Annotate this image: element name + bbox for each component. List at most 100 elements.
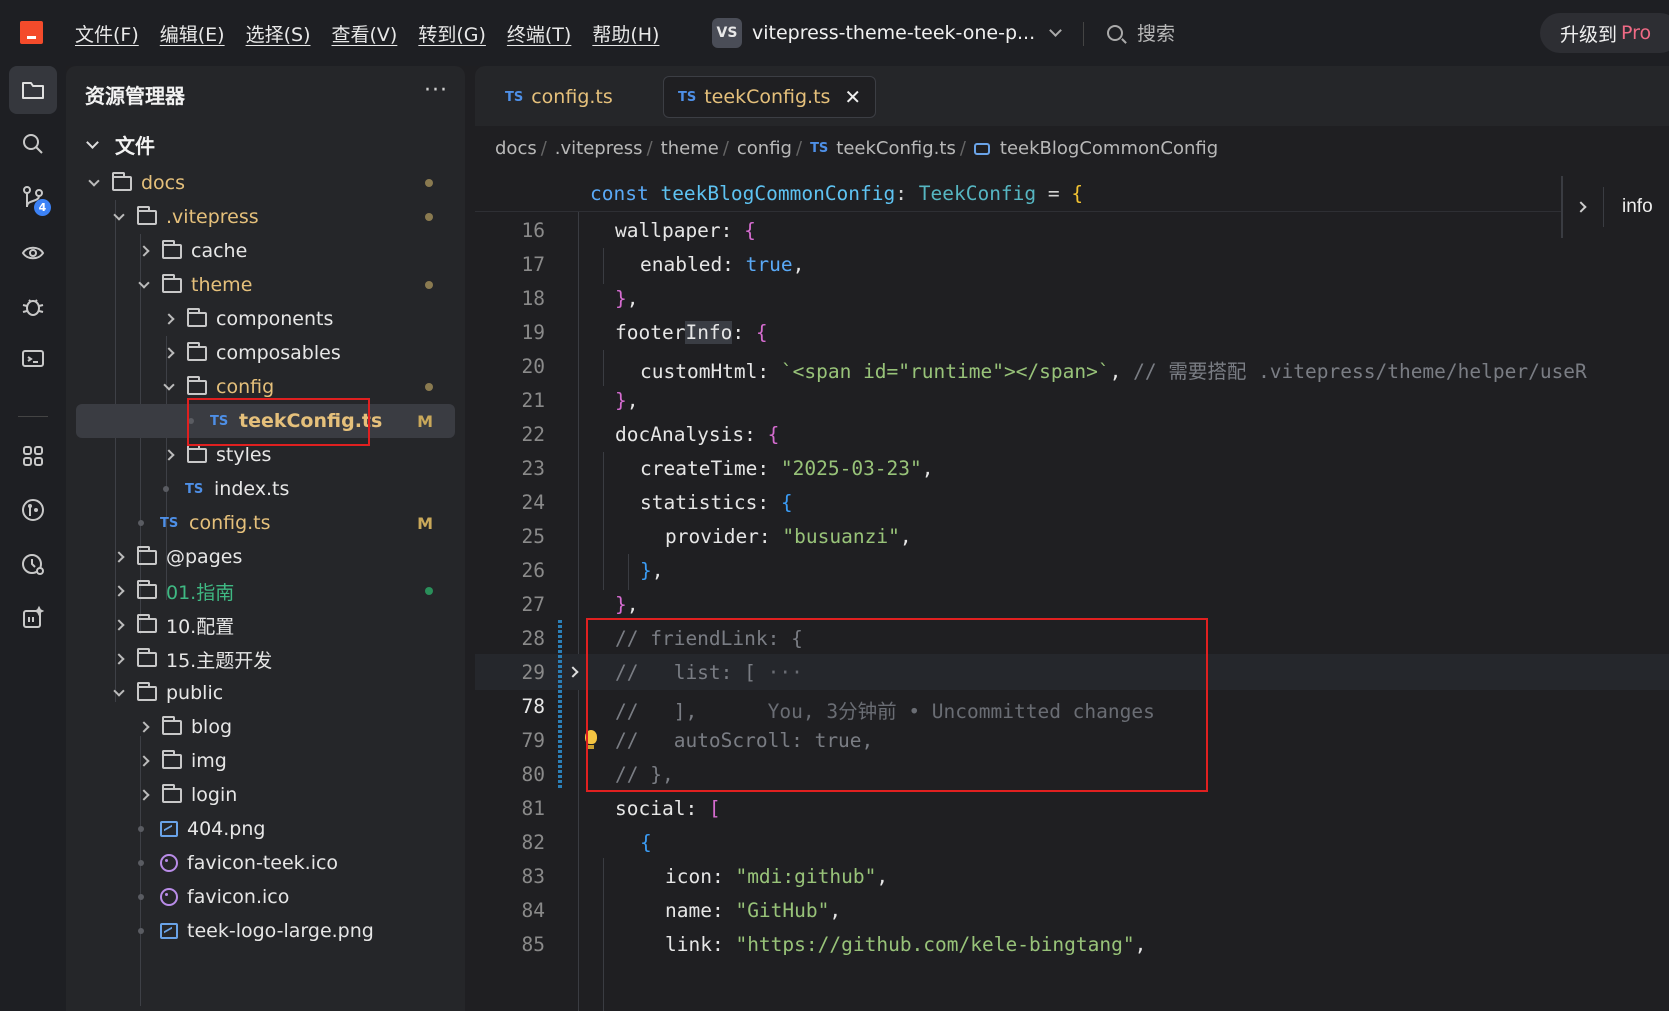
folder-open-icon — [137, 205, 157, 225]
folder-open-icon — [187, 375, 207, 395]
tree-item-public[interactable]: public — [76, 676, 455, 710]
tree-item-label: config — [216, 376, 275, 398]
upgrade-pro-button[interactable]: 升级到 Pro — [1540, 13, 1669, 53]
code-line[interactable]: 16 wallpaper: { — [475, 212, 1669, 248]
folder-open-icon — [162, 273, 182, 293]
chevron-right-icon — [113, 551, 125, 563]
code-line[interactable]: 82{ — [475, 824, 1669, 860]
remote-icon[interactable] — [9, 336, 57, 384]
file-dot — [138, 520, 144, 526]
activity-bar: 4 — [0, 66, 66, 1011]
code-line[interactable]: 25 provider: "busuanzi", — [475, 518, 1669, 554]
bug-icon[interactable] — [9, 282, 57, 330]
tree-item-index[interactable]: TS index.ts — [76, 472, 455, 506]
files-section-header[interactable]: 文件 — [86, 130, 155, 159]
info-panel[interactable]: info — [1561, 176, 1669, 238]
more-actions-icon[interactable]: ··· — [424, 78, 448, 103]
extensions-icon[interactable] — [9, 432, 57, 480]
git-modified-gutter[interactable] — [558, 620, 562, 790]
tree-item-theme-dev[interactable]: 15.主题开发 — [76, 642, 455, 676]
breadcrumb-item[interactable]: config — [737, 138, 792, 159]
menu-file[interactable]: 文件(F) — [75, 20, 139, 47]
source-control-icon[interactable]: 4 — [9, 174, 57, 222]
tree-item-label: index.ts — [214, 478, 290, 500]
code-line[interactable]: 21}, — [475, 382, 1669, 418]
code-line[interactable]: 20 customHtml: `<span id="runtime"></span… — [475, 348, 1669, 384]
tree-item-theme[interactable]: theme — [76, 268, 455, 302]
project-switcher[interactable]: VS vitepress-theme-teek-one-p... — [712, 17, 1063, 49]
folder-icon — [137, 613, 157, 633]
command-search[interactable]: 搜索 — [1107, 19, 1175, 46]
info-label: info — [1622, 196, 1653, 217]
breadcrumb-item[interactable]: .vitepress — [555, 138, 643, 159]
tab-config-ts[interactable]: TS config.ts — [491, 76, 627, 118]
menu-bar: 文件(F) 编辑(E) 选择(S) 查看(V) 转到(G) 终端(T) 帮助(H… — [75, 0, 680, 66]
tree-item-label: config.ts — [189, 512, 271, 534]
history-icon[interactable] — [9, 540, 57, 588]
tree-item-config-ts[interactable]: TS config.ts M — [76, 506, 455, 540]
tree-item-label: styles — [216, 444, 272, 466]
tree-item-teek-logo[interactable]: teek-logo-large.png — [76, 914, 455, 948]
tree-item-blog[interactable]: blog — [76, 710, 455, 744]
explorer-panel: 资源管理器 ··· 文件 docs .vitepress cache theme… — [66, 66, 465, 1011]
folder-icon — [162, 715, 182, 735]
chevron-right-icon — [138, 721, 150, 733]
tree-item-login[interactable]: login — [76, 778, 455, 812]
tree-item-composables[interactable]: composables — [76, 336, 455, 370]
chevron-right-icon — [138, 755, 150, 767]
code-line[interactable]: 24 statistics: { — [475, 484, 1669, 520]
tree-item-img[interactable]: img — [76, 744, 455, 778]
code-line[interactable]: 17 enabled: true, — [475, 246, 1669, 282]
app-logo-icon[interactable] — [20, 21, 43, 44]
git-graph-icon[interactable] — [9, 486, 57, 534]
menu-selection[interactable]: 选择(S) — [246, 20, 311, 47]
tree-item-404[interactable]: 404.png — [76, 812, 455, 846]
code-line[interactable]: 27}, — [475, 586, 1669, 622]
folder-icon — [137, 647, 157, 667]
menu-terminal[interactable]: 终端(T) — [507, 20, 571, 47]
menu-go[interactable]: 转到(G) — [418, 20, 486, 47]
tree-item-pages[interactable]: @pages — [76, 540, 455, 574]
tree-item-label: composables — [216, 342, 341, 364]
code-line[interactable]: 85 link: "https://github.com/kele-bingtan… — [475, 926, 1669, 962]
tree-item-components[interactable]: components — [76, 302, 455, 336]
breadcrumb-item[interactable]: teekConfig.ts — [836, 138, 956, 159]
code-line[interactable]: 23 createTime: "2025-03-23", — [475, 450, 1669, 486]
upgrade-label: 升级到 — [1560, 23, 1618, 46]
code-line[interactable]: 19 footerInfo: { — [475, 314, 1669, 350]
tree-item-vitepress[interactable]: .vitepress — [76, 200, 455, 234]
eye-icon[interactable] — [9, 228, 57, 276]
tree-item-favicon-teek[interactable]: favicon-teek.ico — [76, 846, 455, 880]
tree-item-config-folder[interactable]: 10.配置 — [76, 608, 455, 642]
breadcrumb-item[interactable]: teekBlogCommonConfig — [1000, 138, 1218, 159]
modified-flag: M — [417, 513, 433, 533]
tree-item-label: theme — [191, 274, 253, 296]
chevron-down-icon — [163, 379, 175, 391]
search-icon[interactable] — [9, 120, 57, 168]
ai-assistant-icon[interactable] — [9, 594, 57, 642]
files-icon[interactable] — [9, 66, 57, 114]
image-file-icon — [160, 821, 178, 837]
tree-item-cache[interactable]: cache — [76, 234, 455, 268]
menu-view[interactable]: 查看(V) — [332, 20, 398, 47]
menu-help[interactable]: 帮助(H) — [592, 20, 659, 47]
code-line[interactable]: 81 social: [ — [475, 790, 1669, 826]
tree-item-favicon[interactable]: favicon.ico — [76, 880, 455, 914]
code-line[interactable]: 83 icon: "mdi:github", — [475, 858, 1669, 894]
tree-item-label: .vitepress — [166, 206, 259, 228]
code-line[interactable]: 26}, — [475, 552, 1669, 588]
code-editor[interactable]: const teekBlogCommonConfig: TeekConfig =… — [475, 176, 1669, 1011]
code-line[interactable]: 18}, — [475, 280, 1669, 316]
tab-teekconfig-ts[interactable]: TS teekConfig.ts ✕ — [663, 76, 877, 118]
code-line[interactable]: 84 name: "GitHub", — [475, 892, 1669, 928]
tree-item-docs[interactable]: docs — [76, 166, 455, 200]
close-icon[interactable]: ✕ — [844, 85, 861, 109]
tree-item-guide[interactable]: 01.指南 — [76, 574, 455, 608]
menu-edit[interactable]: 编辑(E) — [160, 20, 225, 47]
code-line[interactable]: 22 docAnalysis: { — [475, 416, 1669, 452]
image-file-icon — [160, 923, 178, 939]
breadcrumb-item[interactable]: theme — [661, 138, 719, 159]
sticky-scroll-header[interactable]: const teekBlogCommonConfig: TeekConfig =… — [475, 176, 1669, 212]
breadcrumb-item[interactable]: docs — [495, 138, 537, 159]
folder-icon — [187, 443, 207, 463]
